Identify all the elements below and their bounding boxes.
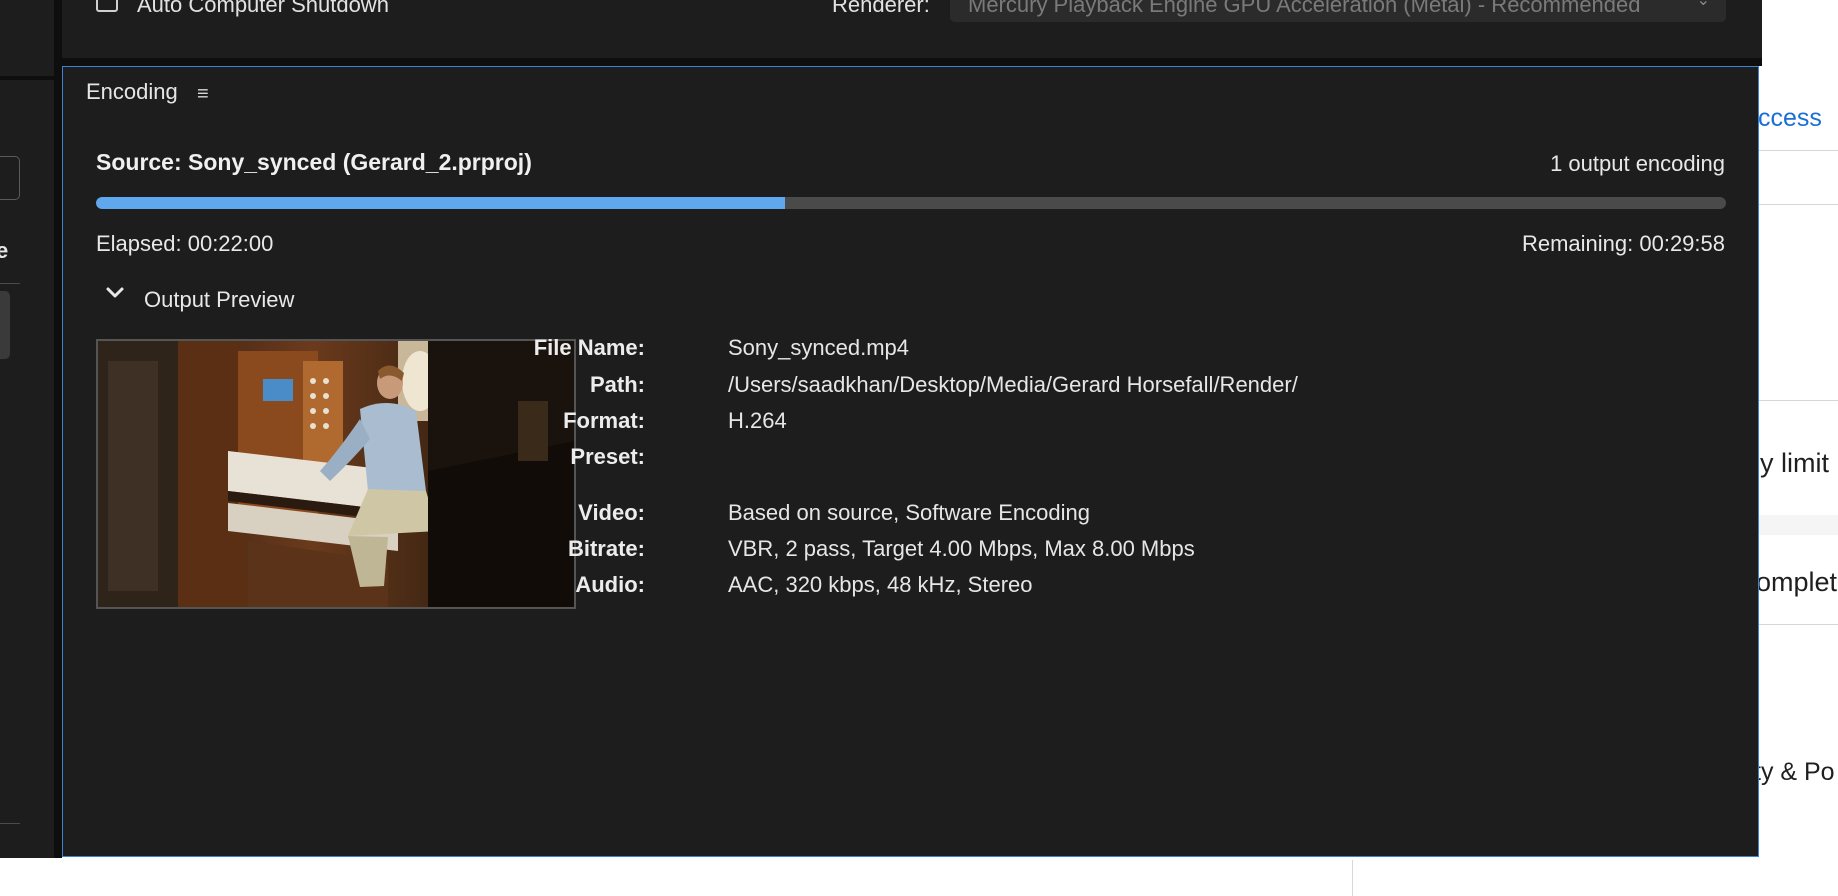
video-value: Based on source, Software Encoding [728,500,1091,525]
background-bottom-strip [0,860,1838,896]
bitrate-value: VBR, 2 pass, Target 4.00 Mbps, Max 8.00 … [728,536,1195,561]
chevron-down-icon[interactable] [105,283,125,303]
file-name-value: Sony_synced.mp4 [728,335,909,360]
audio-value: AAC, 320 kbps, 48 kHz, Stereo [728,572,1033,597]
file-name-label: File Name: [533,335,645,360]
encoding-tab-title[interactable]: Encoding [86,79,178,105]
output-preview-toggle[interactable]: Output Preview [144,287,294,313]
output-settings-area: Auto Computer Shutdown Renderer: Mercury… [62,0,1762,58]
renderer-value: Mercury Playback Engine GPU Acceleration… [968,0,1641,17]
encoding-panel: Encoding ≡ Source: Sony_synced (Gerard_2… [62,66,1759,857]
left-heading-fragment: e [0,238,9,263]
encoding-progress-bar [96,197,1726,209]
format-value: H.264 [728,408,787,433]
privacy-link-fragment[interactable]: ty & Po [1754,758,1835,787]
output-count: 1 output encoding [1550,151,1725,176]
video-label: Video: [578,500,645,525]
source-title: Source: Sony_synced (Gerard_2.prproj) [96,149,532,175]
panel-menu-icon[interactable]: ≡ [197,83,209,106]
divider [0,823,20,824]
elapsed-time: Elapsed: 00:22:00 [96,231,274,256]
limit-text-fragment: y limit [1760,448,1829,478]
path-label: Path: [590,372,645,397]
left-input-field[interactable] [0,156,20,200]
chevron-down-icon: ⌄ [1696,0,1710,9]
path-value[interactable]: /Users/saadkhan/Desktop/Media/Gerard Hor… [728,372,1298,398]
remaining-time: Remaining: 00:29:58 [1521,231,1725,256]
panel-splitter[interactable] [62,58,1762,66]
auto-shutdown-checkbox[interactable] [96,0,118,12]
renderer-select[interactable]: Mercury Playback Engine GPU Acceleration… [950,0,1726,22]
audio-label: Audio: [575,572,645,597]
left-panel-top [0,0,54,80]
bitrate-label: Bitrate: [567,536,645,561]
auto-shutdown-label: Auto Computer Shutdown [137,0,389,17]
left-panel: e [0,0,54,858]
encoding-progress-fill [96,197,786,209]
renderer-label: Renderer: [832,0,930,17]
format-label: Format: [563,408,645,433]
access-link-fragment[interactable]: ccess [1758,104,1822,133]
panel-gutter [54,0,62,858]
preset-label: Preset: [570,444,645,469]
divider [1352,860,1353,896]
divider [0,283,20,284]
complete-text-fragment: omplet [1756,567,1838,597]
left-button[interactable] [0,291,10,359]
